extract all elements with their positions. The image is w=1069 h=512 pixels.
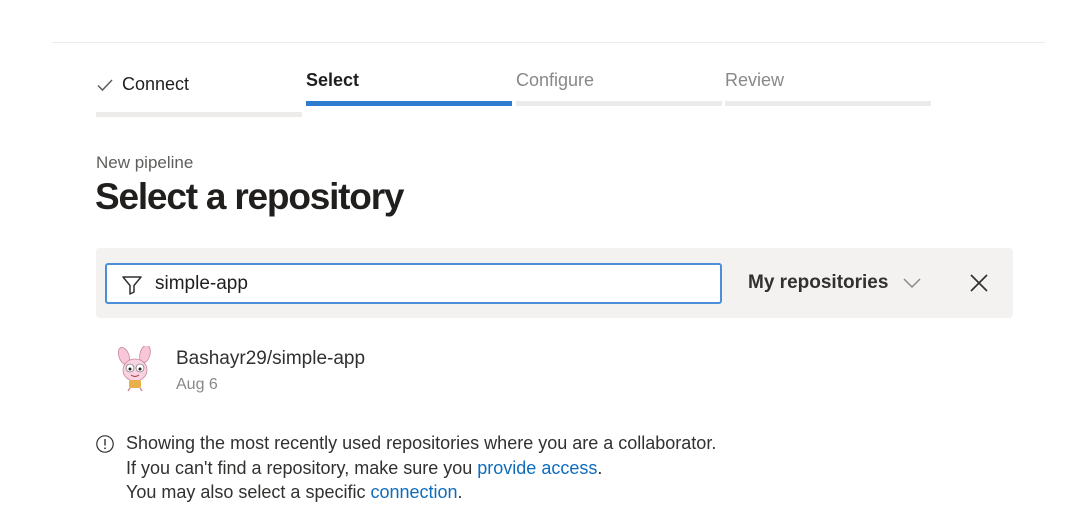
avatar: [117, 346, 151, 392]
step-configure[interactable]: Configure: [516, 66, 722, 120]
step-connect[interactable]: Connect: [96, 66, 302, 120]
connection-link[interactable]: connection: [370, 482, 457, 502]
chevron-down-icon: [903, 278, 921, 289]
close-icon[interactable]: [966, 270, 992, 296]
page-subtitle: New pipeline: [96, 153, 194, 172]
wizard-stepper: Connect Select Configure Review: [96, 66, 932, 120]
repository-list-item[interactable]: Bashayr29/simple-app Aug 6: [110, 340, 610, 400]
filter-bar: My repositories: [96, 248, 1013, 318]
repository-scope-dropdown[interactable]: My repositories: [748, 268, 922, 298]
page-title: Select a repository: [95, 176, 404, 217]
repository-name: Bashayr29/simple-app: [176, 348, 366, 369]
dropdown-label: My repositories: [748, 272, 889, 293]
check-icon: [97, 78, 113, 91]
step-progress-bar: [306, 101, 512, 106]
info-line-2: If you can't find a repository, make sur…: [126, 457, 603, 478]
step-review[interactable]: Review: [725, 66, 931, 120]
repository-date: Aug 6: [176, 376, 218, 393]
info-line-3: You may also select a specific connectio…: [126, 482, 463, 502]
info-line-1: Showing the most recently used repositor…: [126, 433, 717, 453]
step-progress-bar: [96, 112, 302, 117]
step-progress-bar: [516, 101, 722, 106]
search-box[interactable]: [105, 263, 722, 304]
step-label: Review: [725, 70, 785, 90]
search-input[interactable]: [155, 270, 705, 298]
info-icon: [96, 435, 114, 453]
step-select[interactable]: Select: [306, 66, 512, 120]
step-label: Configure: [516, 70, 595, 90]
step-label: Connect: [122, 74, 190, 94]
filter-icon: [122, 276, 142, 295]
step-progress-bar: [725, 101, 931, 106]
top-divider: [52, 42, 1045, 43]
step-label: Select: [306, 70, 360, 90]
provide-access-link[interactable]: provide access: [477, 458, 597, 478]
